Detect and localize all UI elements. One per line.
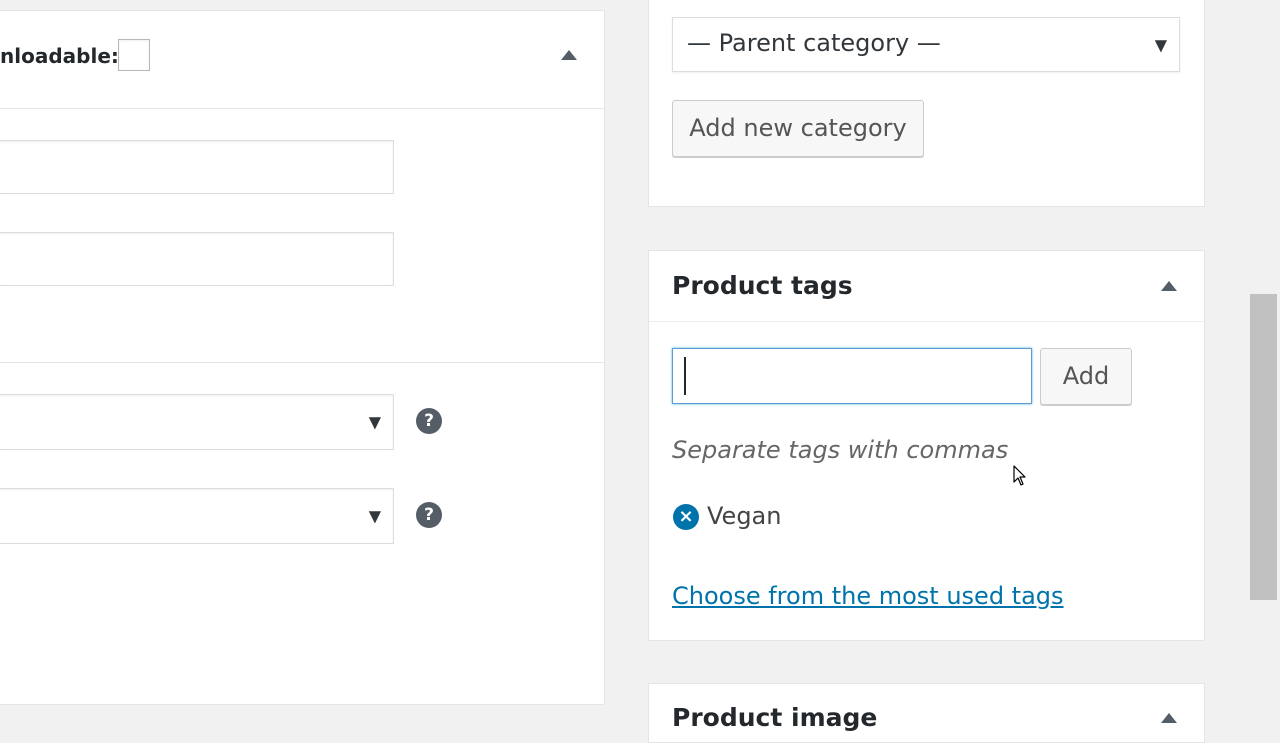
- add-new-category-button[interactable]: Add new category: [672, 100, 924, 157]
- parent-category-select[interactable]: — Parent category — ▼: [672, 17, 1180, 72]
- divider: [649, 321, 1204, 322]
- product-tags-title: Product tags: [672, 271, 853, 300]
- downloadable-label: nloadable:: [0, 44, 119, 68]
- tags-howto-text: Separate tags with commas: [672, 436, 1009, 464]
- downloadable-checkbox[interactable]: [118, 39, 150, 71]
- tag-item: Vegan: [707, 502, 782, 530]
- divider: [0, 362, 604, 363]
- collapse-arrow-icon[interactable]: [1161, 713, 1177, 723]
- chevron-down-icon: ▼: [1154, 35, 1167, 54]
- parent-category-value: — Parent category —: [687, 29, 941, 57]
- tax-class-select[interactable]: ▼: [0, 488, 394, 544]
- add-tag-button[interactable]: Add: [1040, 348, 1132, 405]
- collapse-arrow-icon[interactable]: [561, 50, 577, 60]
- most-used-tags-link[interactable]: Choose from the most used tags: [672, 582, 1064, 610]
- regular-price-input[interactable]: [0, 140, 394, 194]
- help-icon[interactable]: ?: [416, 408, 442, 434]
- chevron-down-icon: ▼: [368, 506, 381, 526]
- remove-tag-icon[interactable]: ×: [673, 504, 699, 530]
- product-data-panel: [0, 10, 605, 705]
- help-icon[interactable]: ?: [416, 502, 442, 528]
- text-caret: [684, 357, 686, 395]
- collapse-arrow-icon[interactable]: [1161, 281, 1177, 291]
- new-tag-input[interactable]: [672, 348, 1032, 404]
- mouse-cursor-icon: [1013, 465, 1026, 486]
- divider: [0, 108, 604, 109]
- scrollbar-thumb[interactable]: [1250, 294, 1277, 600]
- tax-status-select[interactable]: ▼: [0, 394, 394, 450]
- product-image-title: Product image: [672, 703, 878, 732]
- sale-price-input[interactable]: [0, 232, 394, 286]
- chevron-down-icon: ▼: [368, 412, 381, 432]
